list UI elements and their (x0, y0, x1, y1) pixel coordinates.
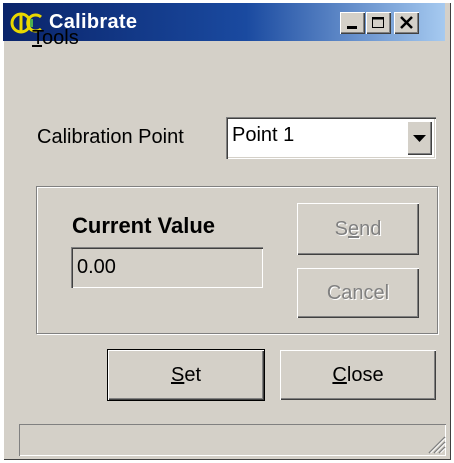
resize-grip-icon[interactable] (424, 432, 446, 454)
chevron-down-icon (413, 135, 426, 142)
maximize-icon (372, 17, 384, 28)
minimize-icon (347, 26, 357, 29)
menu-tools[interactable]: Tools (32, 27, 79, 50)
send-label-mnemonic: e (347, 217, 360, 240)
menu-tools-rest: ools (42, 27, 79, 49)
close-button[interactable] (394, 12, 419, 34)
current-value-text: 0.00 (77, 256, 116, 278)
maximize-button[interactable] (366, 12, 391, 34)
current-value-label: Current Value (72, 213, 216, 238)
set-label-post: et (184, 363, 202, 386)
close-label-mnemonic: C (332, 363, 347, 386)
send-label-post: nd (359, 217, 382, 240)
cancel-label: Cancel (326, 281, 390, 304)
menu-tools-mnemonic: T (32, 27, 42, 49)
send-button[interactable]: Se nd (297, 203, 419, 255)
calibration-point-value: Point 1 (232, 124, 295, 146)
status-bar (19, 424, 446, 456)
minimize-button[interactable] (340, 12, 365, 34)
send-label-pre: S (334, 217, 348, 240)
set-button[interactable]: Set (107, 349, 265, 401)
close-label-post: lose (346, 363, 384, 386)
calibration-point-label: Calibration Point (37, 126, 184, 148)
close-dialog-button[interactable]: Close (280, 350, 436, 400)
set-label-mnemonic: S (170, 363, 185, 386)
cancel-button[interactable]: Cancel (297, 268, 419, 318)
close-icon (400, 16, 413, 29)
dropdown-button[interactable] (407, 121, 432, 155)
